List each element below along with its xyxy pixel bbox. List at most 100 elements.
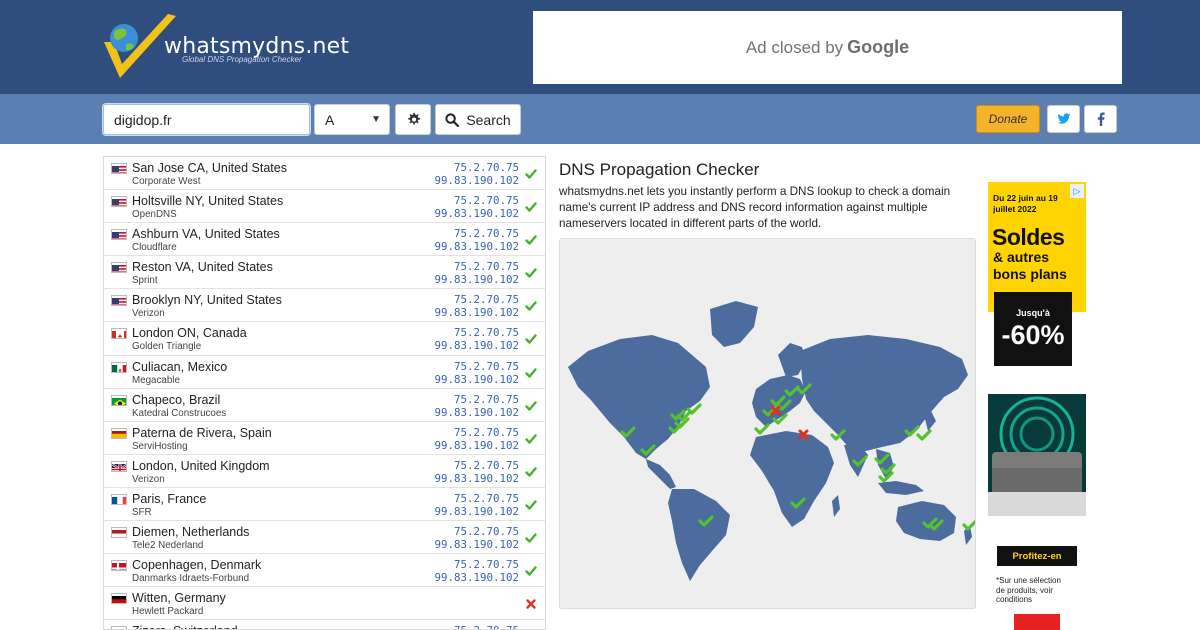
result-location: Paris, France [132,491,207,506]
status-ok [525,233,537,245]
status-ok [525,332,537,345]
result-provider: Tele2 Nederland [132,540,204,552]
result-location: Ashburn VA, United States [132,227,280,242]
result-ip: 99.83.190.102 [434,372,519,386]
result-provider: Hewlett Packard [132,606,204,618]
status-ok [525,498,537,510]
result-row[interactable]: Witten, Germany Hewlett Packard [104,587,545,621]
result-location: San Jose CA, United States [132,161,287,175]
result-row[interactable]: London, United Kingdom Verizon 75.2.70.75 9… [104,455,545,488]
result-ip: 75.2.70.75 [453,293,519,307]
world-map [559,238,976,609]
result-ip: 99.83.190.102 [434,306,519,320]
check-icon [525,467,537,477]
result-ip: 75.2.70.75 [453,161,519,174]
facebook-icon [1097,112,1105,126]
domain-input[interactable] [103,104,310,135]
result-provider: Katedral Construcoes [132,407,227,419]
page-description: whatsmydns.net lets you instantly perfor… [559,185,951,231]
result-ip: 99.83.190.102 [434,438,519,452]
result-ip: 75.2.70.75 [453,227,519,241]
check-icon [525,334,537,345]
result-provider: Cloudflare [132,242,177,254]
flag-ca-icon [111,328,127,340]
result-ip: 75.2.70.75 [454,624,519,629]
flag-gb-icon [111,460,127,472]
site-logo[interactable]: whatsmydns.net Global DNS Propagation Ch… [100,12,349,84]
top-ad-banner: Ad closed by Google [533,11,1122,84]
result-ip: 99.83.190.102 [434,571,519,585]
check-icon [525,434,537,444]
result-provider: Danmarks Idraets-Forbund [132,573,250,585]
ad-product-image [988,394,1086,516]
ad-upto: Jusqu'à [1016,308,1050,318]
result-location: Brooklyn NY, United States [132,293,282,308]
gear-icon [407,112,420,125]
flag-us-icon [111,295,127,307]
result-row[interactable]: Diemen, Netherlands Tele2 Nederland 75.2.7… [104,521,545,555]
result-ip: 99.83.190.102 [434,538,519,552]
ad-headline: Soldes [992,224,1065,250]
result-row[interactable]: Brooklyn NY, United States Verizon 75.2.70… [104,289,545,323]
flag-es-icon [111,427,127,439]
result-ip: 99.83.190.102 [434,504,519,518]
ad-cta-button[interactable]: Profitez-en [997,546,1077,566]
result-row[interactable]: Chapeco, Brazil Katedral Construcoes 75.2.… [104,389,545,422]
world-map-svg [568,301,975,581]
result-ip: 75.2.70.75 [453,491,519,505]
sofa-image [988,394,1086,516]
result-row[interactable]: Culiacan, Mexico Megacable 75.2.70.75 99.83… [104,356,545,389]
ad-brand-bar [1014,614,1060,630]
flag-ch-icon [111,626,127,629]
donate-button[interactable]: Donate [976,105,1040,133]
result-ip: 75.2.70.75 [453,525,519,539]
check-icon [525,566,537,576]
result-row[interactable]: Paterna de Rivera, Spain ServiHosting 75.2… [104,422,545,455]
twitter-share-button[interactable] [1047,105,1080,133]
check-icon [525,301,537,312]
result-row[interactable]: London ON, Canada Golden Triangle 75.2.70.… [104,322,545,356]
ad-choices-icon[interactable]: ▷ [1070,184,1084,198]
result-ip: 75.2.70.75 [453,359,519,373]
ad-closed-text: Ad closed by [745,37,844,57]
flag-mx-icon [111,361,127,373]
settings-button[interactable] [395,104,431,135]
check-icon [525,235,537,245]
result-provider: Golden Triangle [132,341,202,353]
result-provider: SFR [132,506,152,518]
site-header: whatsmydns.net Global DNS Propagation Ch… [0,0,1200,94]
result-row[interactable]: Zizers, Switzerland 75.2.70.75 [104,620,545,629]
result-row[interactable]: Reston VA, United States Sprint 75.2.70.75… [104,256,545,290]
check-icon [525,268,537,278]
side-ad-banner[interactable]: Du 22 juin au 19 juillet 2022 Soldes & a… [988,182,1086,630]
result-row[interactable]: San Jose CA, United States Corporate West… [104,157,545,191]
search-button-label: Search [466,111,511,128]
result-ip: 75.2.70.75 [453,425,519,439]
check-icon [525,202,537,212]
cross-icon [526,599,536,609]
record-type-select[interactable]: A ▼ [314,104,390,135]
result-row[interactable]: Paris, France SFR 75.2.70.75 99.83.190.102 [104,488,545,522]
flag-de-icon [111,593,127,605]
result-location: Holtsville NY, United States [132,194,284,209]
result-ip: 75.2.70.75 [453,260,519,274]
result-location: London ON, Canada [132,326,247,341]
result-row[interactable]: Ashburn VA, United States Cloudflare 75.2.… [104,223,545,257]
status-ok [525,465,537,477]
chevron-down-icon: ▼ [371,114,381,125]
facebook-share-button[interactable] [1084,105,1117,133]
result-row[interactable]: Copenhagen, Denmark Danmarks Idraets-Forb… [104,554,545,588]
flag-us-icon [111,229,127,241]
result-ip: 75.2.70.75 [453,458,519,472]
flag-fr-icon [111,493,127,505]
search-toolbar: A ▼ Search Donate [0,94,1200,144]
result-ip: 99.83.190.102 [434,339,519,353]
result-location: London, United Kingdom [132,458,270,473]
result-row[interactable]: Holtsville NY, United States OpenDNS 75.2.… [104,190,545,224]
search-button[interactable]: Search [435,104,521,135]
result-location: Diemen, Netherlands [132,525,250,540]
result-ip: 99.83.190.102 [434,273,519,287]
result-provider: Corporate West [132,176,201,187]
result-ip: 75.2.70.75 [453,558,519,572]
result-location: Paterna de Rivera, Spain [132,425,272,440]
